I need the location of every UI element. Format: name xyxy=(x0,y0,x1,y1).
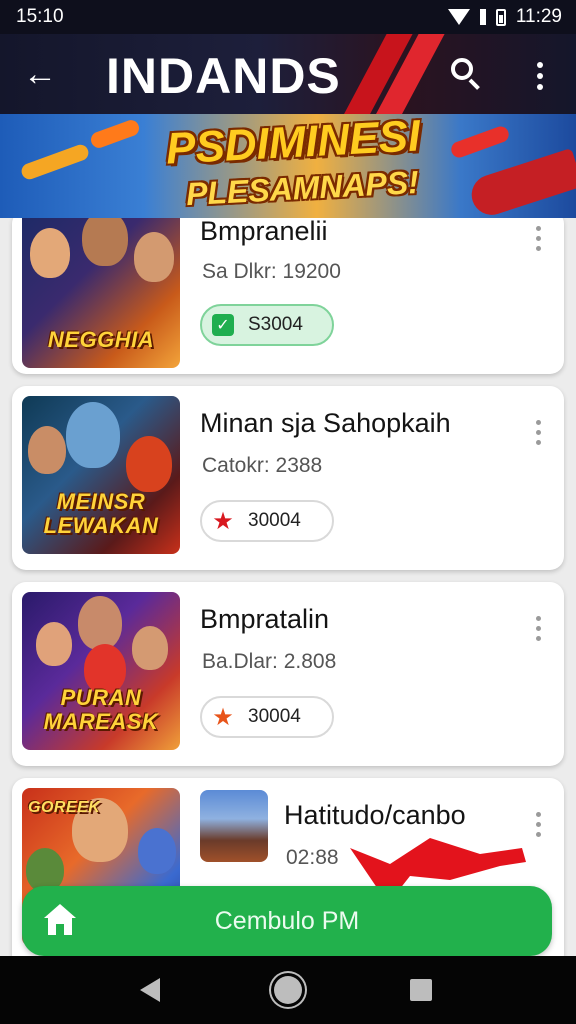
thumbnail-logo: GOREEK xyxy=(28,799,101,816)
thumbnail-logo: MEINSR LEWAKAN xyxy=(43,489,159,538)
red-star-icon: ★ xyxy=(212,507,234,535)
game-title: Bmpratalin xyxy=(200,604,330,634)
orange-star-icon: ★ xyxy=(212,703,234,731)
game-mini-thumbnail xyxy=(200,790,268,862)
thumbnail-logo: PURAN MAREASK xyxy=(43,685,159,734)
card-menu-button[interactable] xyxy=(526,416,550,466)
status-chip[interactable]: ★ 30004 xyxy=(200,500,334,542)
nav-back-button[interactable] xyxy=(140,978,160,1002)
card-menu-button[interactable] xyxy=(526,222,550,272)
more-vert-icon xyxy=(526,416,550,445)
status-time-left: 15:10 xyxy=(16,6,64,27)
game-meta: Sa Dlkr: 19200 xyxy=(202,260,341,283)
status-bar: 15:10 11:29 xyxy=(0,0,576,34)
decor-ray xyxy=(449,124,511,160)
game-card[interactable]: MEINSR LEWAKAN Minan sja Sahopkaih Catok… xyxy=(12,386,564,570)
game-thumbnail: PURAN MAREASK xyxy=(22,592,180,750)
chip-label: 30004 xyxy=(248,510,301,531)
chip-label: 30004 xyxy=(248,706,301,727)
status-chip[interactable]: ★ 30004 xyxy=(200,696,334,738)
game-card[interactable]: NEGGHIA Bmpranelii Sa Dlkr: 19200 ✓ S300… xyxy=(12,218,564,374)
system-nav-bar xyxy=(0,956,576,1024)
signal-icon xyxy=(479,9,486,25)
thumbnail-logo: NEGGHIA xyxy=(47,327,155,352)
nav-recents-button[interactable] xyxy=(410,979,432,1001)
game-thumbnail: MEINSR LEWAKAN xyxy=(22,396,180,554)
more-vert-icon xyxy=(526,222,550,251)
back-button[interactable]: ← xyxy=(18,52,62,96)
game-title: Bmpranelii xyxy=(200,218,328,246)
wifi-icon xyxy=(447,9,470,25)
status-icons: 11:29 xyxy=(447,6,562,28)
battery-icon xyxy=(495,8,506,26)
game-title: Minan sja Sahopkaih xyxy=(200,408,451,438)
more-vert-icon xyxy=(520,52,560,90)
decor-ray xyxy=(19,142,91,182)
decor-ray xyxy=(88,117,142,151)
game-meta: Ba.Dlar: 2.808 xyxy=(202,650,337,673)
app-bar: ← INDANDS xyxy=(0,34,576,114)
app-title: INDANDS xyxy=(106,48,341,104)
primary-action-label: Cembulo PM xyxy=(214,907,360,935)
card-menu-button[interactable] xyxy=(526,612,550,662)
check-icon: ✓ xyxy=(212,314,234,336)
nav-home-button[interactable] xyxy=(274,976,302,1004)
promo-banner[interactable]: PSDIMINESI PLESAMNAPS! xyxy=(0,114,576,218)
primary-action-button[interactable]: Cembulo PM xyxy=(22,886,552,956)
game-card[interactable]: PURAN MAREASK Bmpratalin Ba.Dlar: 2.808 … xyxy=(12,582,564,766)
overflow-menu-button[interactable] xyxy=(520,52,560,96)
chip-label: S3004 xyxy=(248,314,303,335)
game-meta: Catokr: 2388 xyxy=(202,454,323,477)
search-button[interactable] xyxy=(444,52,488,96)
more-vert-icon xyxy=(526,612,550,641)
arrow-left-icon: ← xyxy=(23,55,57,93)
game-list[interactable]: NEGGHIA Bmpranelii Sa Dlkr: 19200 ✓ S300… xyxy=(0,218,576,956)
rocket-illustration xyxy=(466,147,576,218)
status-chip[interactable]: ✓ S3004 xyxy=(200,304,334,346)
game-thumbnail: NEGGHIA xyxy=(22,218,180,368)
status-time-right: 11:29 xyxy=(515,6,562,27)
